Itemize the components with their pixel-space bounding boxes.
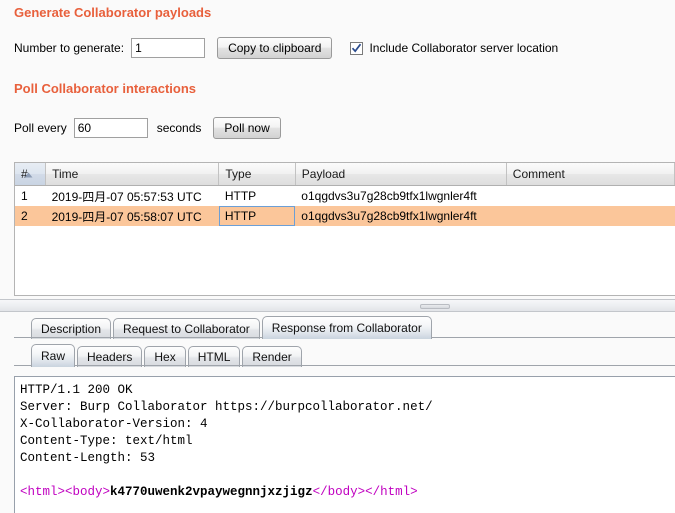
generate-section-title: Generate Collaborator payloads (14, 5, 211, 20)
secondary-tabstrip: Raw Headers Hex HTML Render (14, 344, 675, 367)
tab-html[interactable]: HTML (188, 346, 241, 367)
cell-payload: o1qgdvs3u7g28cb9tfx1lwgnler4ft (295, 186, 506, 207)
response-header-content-type: Content-Type: text/html (20, 434, 193, 448)
poll-interval-input[interactable] (74, 118, 148, 138)
response-header-content-length: Content-Length: 53 (20, 451, 155, 465)
response-status-line: HTTP/1.1 200 OK (20, 383, 133, 397)
column-header-type[interactable]: Type (219, 163, 295, 186)
cell-type: HTTP (219, 186, 295, 207)
tab-headers[interactable]: Headers (77, 346, 142, 367)
body-close-tag: </body> (313, 485, 366, 499)
cell-payload: o1qgdvs3u7g28cb9tfx1lwgnler4ft (295, 206, 506, 226)
poll-section-title: Poll Collaborator interactions (14, 81, 196, 96)
response-header-collaborator-version: X-Collaborator-Version: 4 (20, 417, 208, 431)
table-header-row: # Time Type Payload Comment (15, 163, 675, 186)
interactions-table-panel: # Time Type Payload Comment 1 2019-四月-07… (14, 162, 675, 296)
response-header-server: Server: Burp Collaborator https://burpco… (20, 400, 433, 414)
tab-request-to-collaborator[interactable]: Request to Collaborator (113, 318, 260, 339)
generate-controls-row: Number to generate: Copy to clipboard In… (14, 37, 558, 59)
checkbox-checked-icon (350, 42, 363, 55)
tab-hex[interactable]: Hex (144, 346, 185, 367)
number-to-generate-label: Number to generate: (14, 41, 124, 55)
sort-ascending-icon (24, 167, 33, 181)
number-to-generate-input[interactable] (131, 38, 205, 58)
column-header-time[interactable]: Time (46, 163, 219, 186)
tab-response-from-collaborator[interactable]: Response from Collaborator (262, 316, 432, 339)
seconds-label: seconds (157, 121, 202, 135)
response-viewer-pane[interactable]: HTTP/1.1 200 OK Server: Burp Collaborato… (14, 376, 675, 513)
include-server-location-checkbox[interactable]: Include Collaborator server location (350, 41, 558, 55)
cell-number: 2 (15, 206, 46, 226)
cell-type: HTTP (219, 206, 295, 226)
include-server-location-label: Include Collaborator server location (369, 41, 558, 55)
poll-now-button[interactable]: Poll now (213, 117, 280, 139)
cell-comment[interactable] (506, 186, 674, 207)
panel-splitter[interactable] (0, 299, 675, 312)
table-row[interactable]: 1 2019-四月-07 05:57:53 UTC HTTP o1qgdvs3u… (15, 186, 675, 207)
interactions-table: # Time Type Payload Comment 1 2019-四月-07… (15, 163, 675, 226)
detail-tabs-container: Description Request to Collaborator Resp… (14, 316, 675, 367)
collaborator-client-window: Generate Collaborator payloads Number to… (0, 0, 675, 513)
cell-number: 1 (15, 186, 46, 207)
cell-time: 2019-四月-07 05:57:53 UTC (46, 186, 219, 207)
cell-time: 2019-四月-07 05:58:07 UTC (46, 206, 219, 226)
html-close-tag: </html> (365, 485, 418, 499)
column-header-number[interactable]: # (15, 163, 46, 186)
tab-render[interactable]: Render (242, 346, 301, 367)
response-body-payload-text: k4770uwenk2vpaywegnnjxzjigz (110, 485, 313, 499)
html-open-tag: <html> (20, 485, 65, 499)
tab-raw[interactable]: Raw (31, 344, 75, 367)
table-row[interactable]: 2 2019-四月-07 05:58:07 UTC HTTP o1qgdvs3u… (15, 206, 675, 226)
cell-comment[interactable] (506, 206, 674, 226)
copy-to-clipboard-button[interactable]: Copy to clipboard (217, 37, 332, 59)
secondary-tabstrip-underline (14, 365, 675, 366)
column-header-payload[interactable]: Payload (295, 163, 506, 186)
splitter-grip-handle[interactable] (420, 304, 450, 309)
body-open-tag: <body> (65, 485, 110, 499)
column-header-comment[interactable]: Comment (506, 163, 674, 186)
poll-controls-row: Poll every seconds Poll now (14, 117, 281, 139)
response-raw-text: HTTP/1.1 200 OK Server: Burp Collaborato… (15, 377, 675, 501)
tab-description[interactable]: Description (31, 318, 111, 339)
primary-tabstrip: Description Request to Collaborator Resp… (14, 316, 675, 339)
poll-every-label: Poll every (14, 121, 67, 135)
